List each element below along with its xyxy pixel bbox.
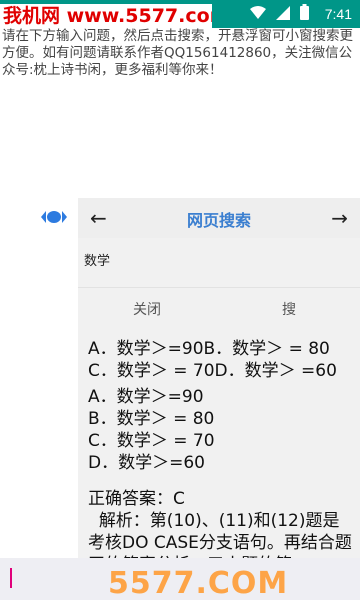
panel-header: ← 网页搜索 → bbox=[78, 198, 360, 238]
result-answer: 正确答案：C bbox=[88, 489, 185, 509]
watermark-bottom: 5577.COM bbox=[108, 566, 289, 601]
search-panel: ← 网页搜索 → 数学 关闭 搜 A．数学＞=90B．数学＞ = 80C．数学＞… bbox=[78, 198, 360, 600]
status-time: 7:41 bbox=[324, 6, 352, 22]
float-window-icon[interactable] bbox=[40, 208, 68, 226]
text-caret bbox=[10, 568, 12, 588]
status-icons: 7:41 bbox=[249, 0, 352, 28]
wifi-icon bbox=[249, 5, 266, 24]
result-option: A．数学＞=90 bbox=[88, 387, 204, 407]
instructions-text: 请在下方输入问题，然后点击搜索，开悬浮窗可小窗搜索更方便。如有问题请联系作者QQ… bbox=[2, 28, 353, 78]
battery-icon bbox=[299, 4, 309, 24]
close-button[interactable]: 关闭 bbox=[112, 299, 182, 319]
divider bbox=[78, 287, 360, 288]
result-option: D．数学＞=60 bbox=[88, 453, 205, 473]
search-button[interactable]: 搜 bbox=[254, 299, 324, 319]
signal-icon bbox=[275, 5, 290, 24]
watermark-top: 我机网 www.5577.com bbox=[0, 4, 212, 28]
result-option: C．数学＞ = 70 bbox=[88, 431, 215, 451]
result-options: A．数学＞=90 B．数学＞ = 80 C．数学＞ = 70 D．数学＞=60 bbox=[88, 386, 356, 474]
query-input[interactable]: 数学 bbox=[84, 250, 354, 272]
search-result: A．数学＞=90B．数学＞ = 80C．数学＞ = 70D．数学＞ =60 A．… bbox=[88, 338, 356, 576]
panel-title: 网页搜索 bbox=[186, 211, 251, 230]
result-option: B．数学＞ = 80 bbox=[88, 409, 215, 429]
result-question: A．数学＞=90B．数学＞ = 80C．数学＞ = 70D．数学＞ =60 bbox=[88, 339, 337, 381]
forward-arrow-button[interactable]: → bbox=[331, 206, 348, 230]
